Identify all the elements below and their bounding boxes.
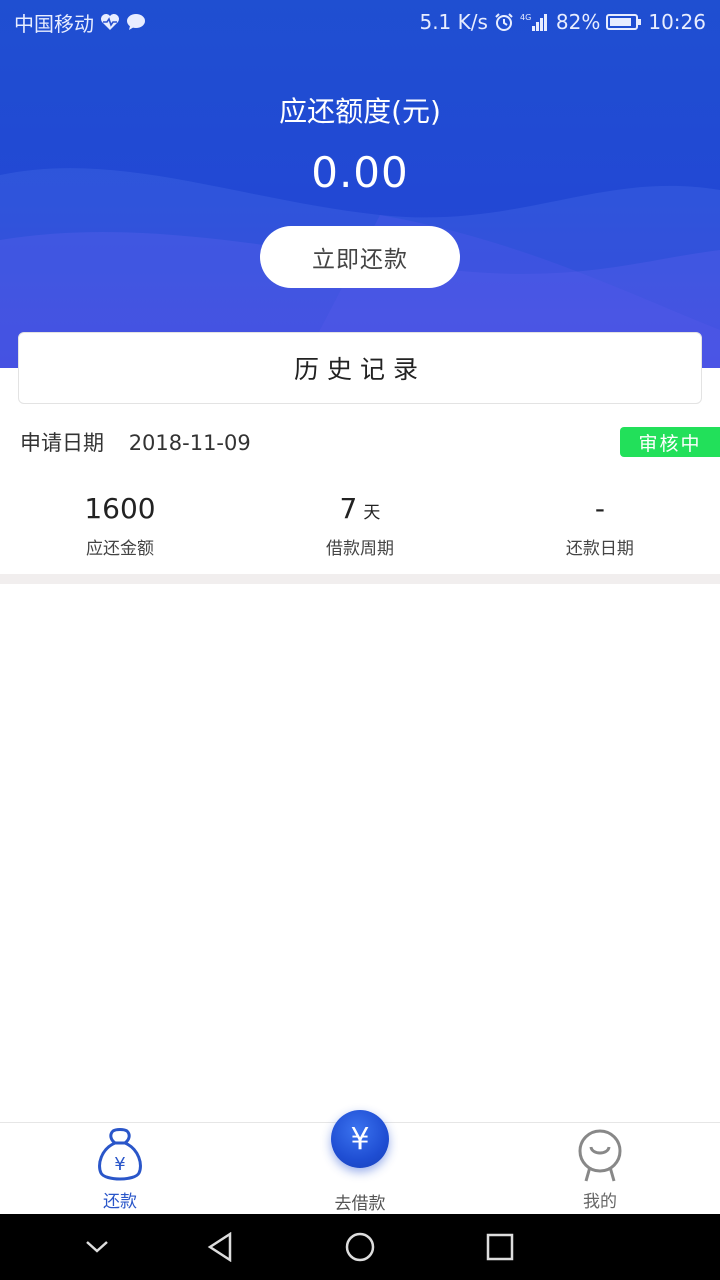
chat-bubble-icon bbox=[126, 13, 146, 31]
carrier-name: 中国移动 bbox=[14, 11, 94, 36]
clock: 10:26 bbox=[648, 10, 706, 34]
repay-now-button[interactable]: 立即还款 bbox=[260, 226, 460, 288]
apply-date-label: 申请日期 bbox=[20, 431, 104, 455]
repay-quota-title: 应还额度(元) bbox=[279, 95, 441, 128]
tab-mine[interactable]: 我的 bbox=[480, 1123, 720, 1215]
bag-yen-symbol: ¥ bbox=[114, 1154, 125, 1175]
stat-unit: 天 bbox=[363, 503, 381, 523]
repay-amount: 0.00 bbox=[311, 148, 409, 197]
chevron-down-icon[interactable] bbox=[77, 1227, 117, 1267]
profile-icon bbox=[578, 1129, 622, 1182]
heart-rate-icon bbox=[100, 13, 120, 31]
signal-icon: 4G bbox=[520, 12, 550, 32]
tab-label: 我的 bbox=[583, 1192, 617, 1212]
status-bar: 中国移动 5.1 K/s 4G 82% 10:26 bbox=[0, 0, 720, 44]
apply-date: 申请日期 2018-11-09 bbox=[0, 427, 251, 457]
network-type: 4G bbox=[520, 13, 531, 22]
battery-percent: 82% bbox=[555, 10, 601, 34]
money-bag-icon: ¥ bbox=[98, 1128, 142, 1181]
record-stats: 1600 应还金额 7天 借款周期 - 还款日期 bbox=[0, 488, 720, 568]
stat-value: - bbox=[594, 492, 605, 525]
yen-coin-icon[interactable]: ¥ bbox=[331, 1110, 389, 1168]
stat-repay-date: - 还款日期 bbox=[480, 488, 720, 568]
tab-label: 去借款 bbox=[334, 1194, 386, 1214]
history-title: 历史记录 bbox=[18, 332, 702, 404]
stat-label: 应还金额 bbox=[85, 539, 154, 559]
section-divider bbox=[0, 574, 720, 584]
recents-icon[interactable] bbox=[480, 1227, 520, 1267]
home-icon[interactable] bbox=[340, 1227, 380, 1267]
system-nav-bar bbox=[0, 1214, 720, 1280]
alarm-icon bbox=[494, 12, 514, 32]
stat-label: 还款日期 bbox=[565, 539, 634, 559]
battery-icon bbox=[606, 13, 642, 31]
network-speed: 5.1 K/s bbox=[419, 10, 488, 34]
stat-value: 1600 bbox=[84, 492, 156, 525]
back-icon[interactable] bbox=[200, 1227, 240, 1267]
record-header[interactable]: 申请日期 2018-11-09 审核中 bbox=[0, 420, 720, 464]
stat-loan-period: 7天 借款周期 bbox=[240, 488, 480, 568]
tab-label: 还款 bbox=[103, 1192, 137, 1212]
status-badge: 审核中 bbox=[620, 427, 720, 457]
apply-date-value: 2018-11-09 bbox=[128, 431, 251, 455]
stat-value: 7 bbox=[339, 492, 358, 525]
stat-repay-amount: 1600 应还金额 bbox=[0, 488, 240, 568]
stat-label: 借款周期 bbox=[325, 539, 394, 559]
tab-repay[interactable]: ¥ 还款 bbox=[0, 1123, 240, 1215]
